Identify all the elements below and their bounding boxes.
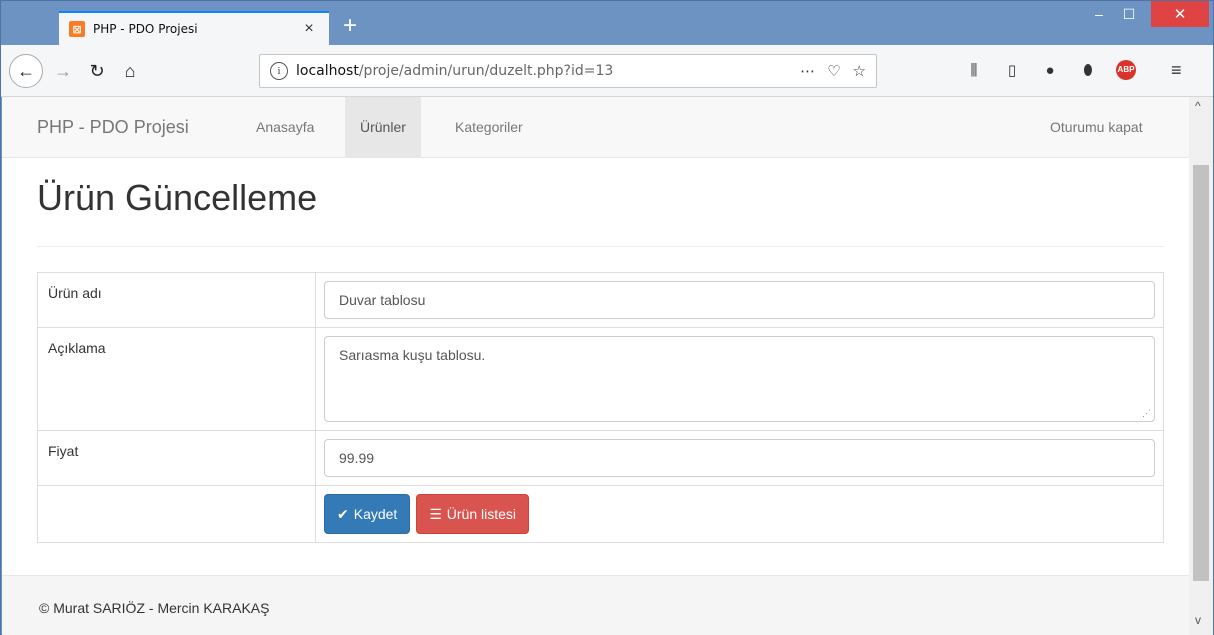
scroll-thumb[interactable] bbox=[1193, 165, 1209, 581]
description-label: Açıklama bbox=[37, 327, 316, 431]
logout-link[interactable]: Oturumu kapat bbox=[1035, 97, 1158, 157]
bookmark-star-icon[interactable]: ☆ bbox=[853, 62, 866, 80]
library-icon[interactable]: ⫼ bbox=[964, 62, 984, 79]
table-row: Ürün adı bbox=[37, 272, 1164, 328]
price-label: Fiyat bbox=[37, 430, 316, 486]
page-content: PHP - PDO Projesi Anasayfa Ürünler Kateg… bbox=[2, 97, 1189, 635]
table-row: Açıklama Sarıasma kuşu tablosu. ⋰ bbox=[37, 327, 1164, 431]
edit-form-table: Ürün adı Açıklama Sarıasma kuşu tablosu.… bbox=[37, 272, 1164, 543]
page-actions-icon[interactable]: ⋯ bbox=[800, 62, 815, 80]
description-text: Sarıasma kuşu tablosu. bbox=[339, 347, 486, 363]
title-bar: ⊠ PHP - PDO Projesi × + – ☐ ✕ bbox=[1, 1, 1213, 45]
home-icon[interactable]: ⌂ bbox=[114, 55, 146, 87]
page-scrollbar[interactable]: ^ v bbox=[1189, 97, 1213, 635]
pocket-icon[interactable]: ♡ bbox=[827, 62, 840, 80]
hamburger-menu-icon[interactable]: ≡ bbox=[1171, 60, 1182, 81]
shield-icon[interactable]: ⬮ bbox=[1078, 62, 1098, 79]
product-list-button[interactable]: ☰ Ürün listesi bbox=[416, 494, 530, 534]
scroll-up-icon[interactable]: ^ bbox=[1195, 99, 1201, 113]
browser-toolbar: ← → ↻ ⌂ i localhost /proje/admin/urun/du… bbox=[1, 45, 1213, 97]
new-tab-button[interactable]: + bbox=[336, 13, 364, 41]
extension-icon[interactable]: ● bbox=[1040, 62, 1060, 79]
site-info-icon[interactable]: i bbox=[270, 62, 288, 80]
page-footer: © Murat SARIÖZ - Mercin KARAKAŞ bbox=[2, 575, 1189, 635]
resize-grip-icon[interactable]: ⋰ bbox=[1142, 408, 1151, 419]
nav-urunler[interactable]: Ürünler bbox=[345, 97, 421, 157]
tab-title: PHP - PDO Projesi bbox=[93, 22, 198, 36]
sidebar-icon[interactable]: ▯ bbox=[1002, 61, 1022, 79]
back-icon[interactable]: ← bbox=[9, 54, 43, 88]
site-brand[interactable]: PHP - PDO Projesi bbox=[37, 117, 189, 138]
xampp-favicon-icon: ⊠ bbox=[69, 21, 85, 37]
footer-text: © Murat SARIÖZ - Mercin KARAKAŞ bbox=[39, 600, 270, 616]
page-title: Ürün Güncelleme bbox=[37, 177, 318, 218]
close-window-button[interactable]: ✕ bbox=[1151, 1, 1209, 27]
product-list-button-label: Ürün listesi bbox=[446, 506, 517, 522]
save-button[interactable]: ✔ Kaydet bbox=[324, 494, 411, 534]
browser-tab[interactable]: ⊠ PHP - PDO Projesi × bbox=[59, 11, 329, 45]
save-button-label: Kaydet bbox=[353, 506, 398, 522]
minimize-button[interactable]: – bbox=[1085, 1, 1113, 27]
table-row: ✔ Kaydet ☰ Ürün listesi bbox=[37, 485, 1164, 543]
name-input[interactable] bbox=[324, 281, 1155, 319]
nav-kategoriler[interactable]: Kategoriler bbox=[440, 97, 538, 157]
forward-icon[interactable]: → bbox=[47, 55, 79, 87]
empty-cell bbox=[37, 485, 316, 543]
adblock-plus-icon[interactable]: ABP bbox=[1116, 60, 1136, 80]
reload-icon[interactable]: ↻ bbox=[81, 55, 113, 87]
name-label: Ürün adı bbox=[37, 272, 316, 328]
check-icon: ✔ bbox=[337, 505, 349, 522]
divider bbox=[37, 246, 1164, 247]
price-input[interactable] bbox=[324, 439, 1155, 477]
nav-anasayfa[interactable]: Anasayfa bbox=[241, 97, 329, 157]
tab-close-icon[interactable]: × bbox=[299, 20, 319, 38]
browser-window: ⊠ PHP - PDO Projesi × + – ☐ ✕ ← → ↻ ⌂ i … bbox=[0, 0, 1214, 635]
maximize-button[interactable]: ☐ bbox=[1113, 1, 1145, 27]
site-navbar: PHP - PDO Projesi Anasayfa Ürünler Kateg… bbox=[2, 97, 1189, 158]
url-path: /proje/admin/urun/duzelt.php?id=13 bbox=[358, 63, 614, 79]
url-bar[interactable]: i localhost /proje/admin/urun/duzelt.php… bbox=[259, 54, 877, 88]
scroll-down-icon[interactable]: v bbox=[1195, 613, 1201, 627]
table-row: Fiyat bbox=[37, 430, 1164, 486]
list-icon: ☰ bbox=[429, 505, 442, 522]
url-host: localhost bbox=[296, 63, 359, 79]
description-textarea[interactable]: Sarıasma kuşu tablosu. ⋰ bbox=[324, 336, 1155, 422]
